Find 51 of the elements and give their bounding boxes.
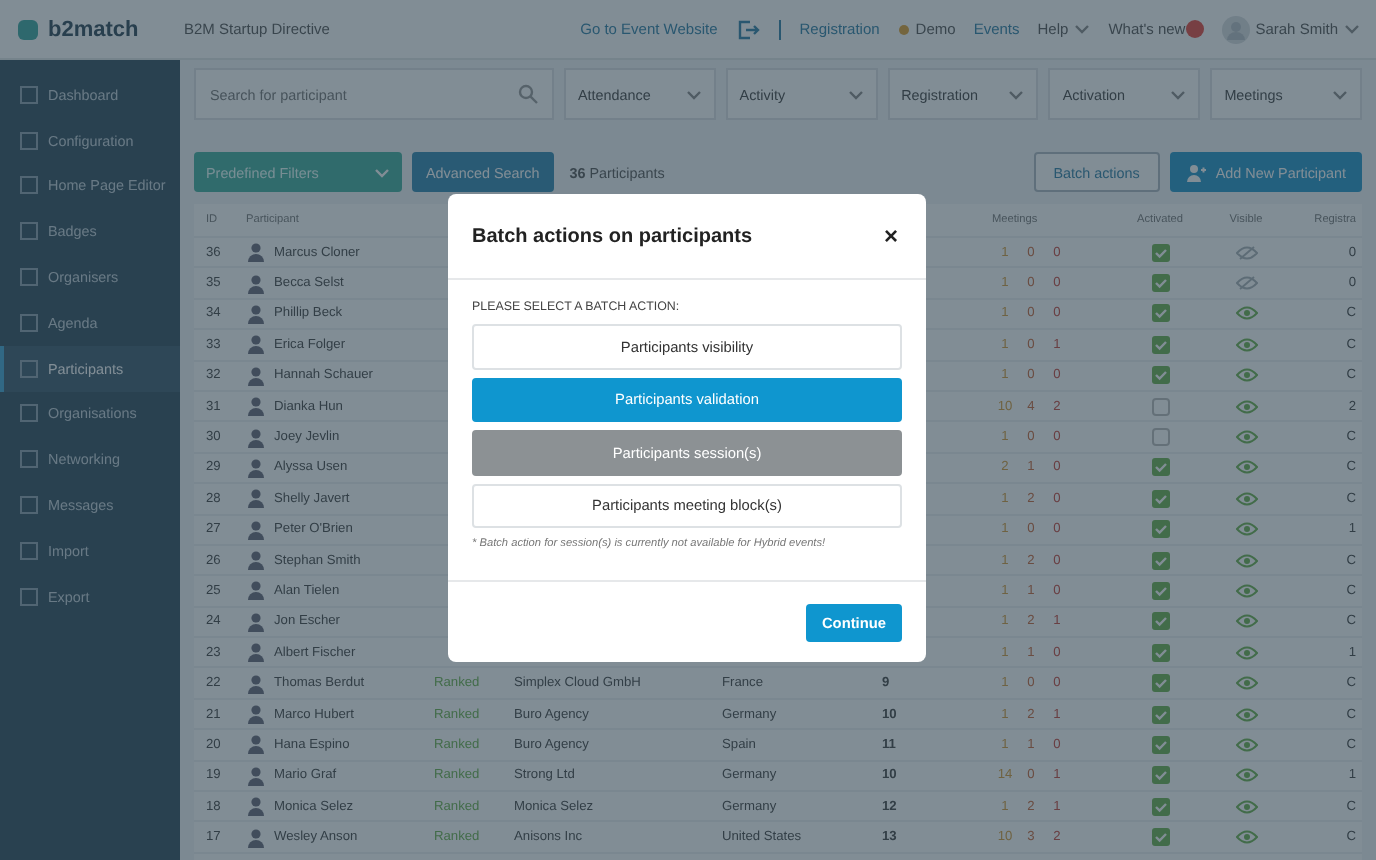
avatar-icon [246, 734, 266, 755]
avatar-icon [246, 427, 266, 448]
divider-icon [777, 17, 782, 41]
square-icon [20, 313, 38, 332]
chevron-icon [1008, 89, 1025, 99]
square-icon [20, 131, 38, 150]
dialog-title: Batch actions on participants [472, 225, 753, 247]
avatar-icon [246, 673, 266, 694]
brand-name: b2match [48, 17, 139, 41]
notification-icon [1185, 20, 1204, 38]
square-icon [20, 404, 38, 423]
square-icon [20, 587, 38, 606]
chevron-icon [1331, 89, 1348, 99]
square-icon [20, 222, 38, 241]
caret-icon [1074, 24, 1091, 34]
square-icon [20, 268, 38, 287]
user-plus-icon [1185, 163, 1206, 181]
chevron-icon [374, 167, 390, 177]
avatar-icon [246, 580, 266, 601]
avatar-icon [246, 765, 266, 786]
square-icon [20, 496, 38, 515]
avatar-icon [1221, 15, 1250, 43]
square-icon [20, 176, 38, 195]
avatar-icon [246, 334, 266, 355]
search-icon [518, 84, 538, 104]
chevron-icon [1170, 89, 1187, 99]
avatar-icon [246, 796, 266, 817]
avatar-icon [246, 457, 266, 478]
avatar-icon [246, 704, 266, 725]
avatar-icon [246, 827, 266, 848]
close-button[interactable]: × [879, 222, 902, 250]
avatar-icon [246, 365, 266, 386]
avatar-icon [246, 642, 266, 663]
avatar-icon [246, 396, 266, 417]
caret-icon [1344, 24, 1360, 34]
chevron-icon [847, 89, 864, 99]
avatar-icon [246, 519, 266, 540]
square-icon [20, 85, 38, 104]
square-icon [20, 450, 38, 469]
square-icon [20, 359, 38, 378]
chevron-icon [685, 89, 702, 99]
exit-icon [735, 17, 760, 41]
avatar-icon [246, 273, 266, 294]
avatar-icon [246, 550, 266, 571]
square-icon [20, 541, 38, 560]
status-dot-icon [897, 23, 910, 35]
avatar-icon [246, 303, 266, 324]
avatar-icon [246, 488, 266, 509]
avatar-icon [246, 611, 266, 632]
logo-icon [16, 17, 40, 41]
avatar-icon [246, 242, 266, 263]
